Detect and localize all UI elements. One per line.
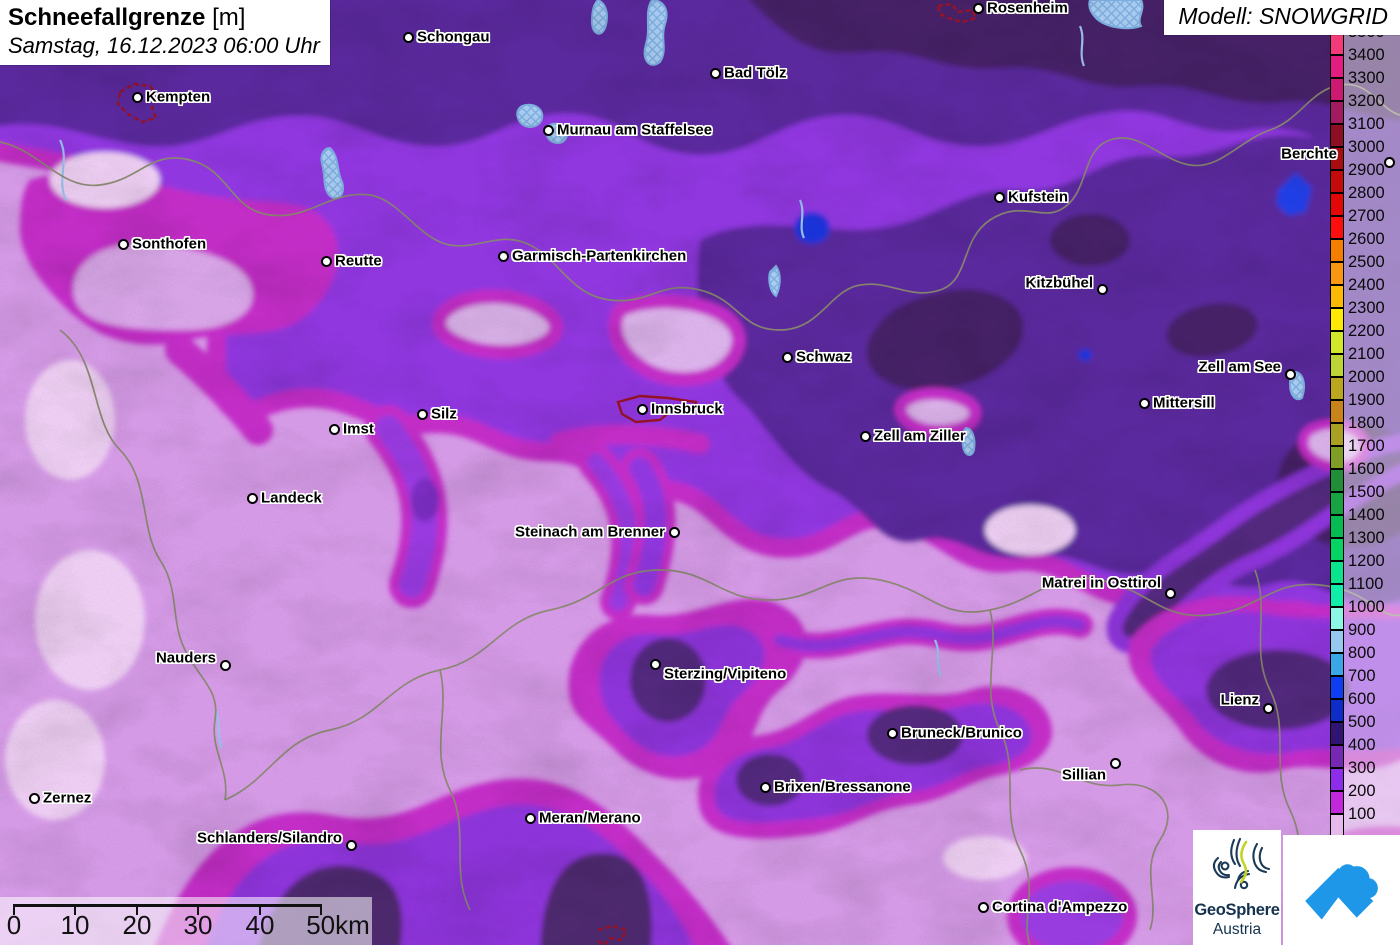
scale-label-50km: 50km bbox=[306, 910, 370, 940]
scale-label-30: 30 bbox=[183, 910, 213, 940]
scale-label-0: 0 bbox=[6, 910, 22, 940]
scale-label-10: 10 bbox=[60, 910, 90, 940]
partner-logo-box bbox=[1283, 835, 1400, 945]
geosphere-logo-country: Austria bbox=[1212, 921, 1262, 938]
scale-bar-line bbox=[14, 904, 322, 907]
scale-label-20: 20 bbox=[122, 910, 152, 940]
map-canvas bbox=[0, 0, 1400, 945]
title-text: Schneefallgrenze bbox=[8, 4, 206, 31]
title-unit: [m] bbox=[205, 4, 246, 31]
grain-texture bbox=[0, 0, 1400, 945]
title-date: Samstag, 16.12.2023 06:00 Uhr bbox=[8, 33, 320, 58]
geosphere-logo-name: GeoSphere bbox=[1194, 901, 1280, 919]
geosphere-logo-icon bbox=[1212, 837, 1271, 890]
geosphere-logo-box: GeoSphere Austria bbox=[1193, 830, 1281, 945]
scale-bar: 0 10 20 30 40 50km bbox=[0, 897, 372, 945]
title-box: Schneefallgrenze [m] Samstag, 16.12.2023… bbox=[0, 0, 330, 65]
weather-map-page: 3500340033003200310030002900280027002600… bbox=[0, 0, 1400, 945]
mountain-cloud-logo-icon bbox=[1304, 864, 1378, 920]
model-label: Modell: SNOWGRID bbox=[1164, 0, 1400, 35]
scale-label-40: 40 bbox=[245, 910, 275, 940]
page-title: Schneefallgrenze [m] bbox=[8, 4, 320, 32]
